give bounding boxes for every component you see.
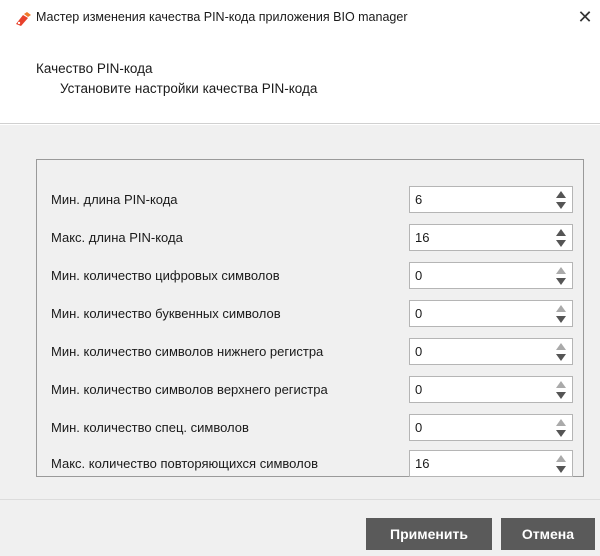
min-lowercase-spinbox[interactable]: 0 <box>409 338 573 365</box>
setting-label: Мин. количество цифровых символов <box>51 268 280 283</box>
spin-arrows-icon[interactable] <box>555 418 567 438</box>
wizard-header: Качество PIN-кода Установите настройки к… <box>0 34 600 124</box>
close-icon: ✕ <box>577 6 593 28</box>
setting-row-min-uppercase: Мин. количество символов верхнего регист… <box>37 376 583 404</box>
setting-label: Мин. длина PIN-кода <box>51 192 178 207</box>
spin-arrows-icon[interactable] <box>555 266 567 286</box>
page-title: Качество PIN-кода <box>36 61 153 76</box>
spinbox-value: 0 <box>415 344 423 359</box>
spinbox-value: 0 <box>415 420 423 435</box>
setting-row-max-repeating: Макс. количество повторяющихся символов … <box>37 450 583 478</box>
setting-label: Мин. количество спец. символов <box>51 420 249 435</box>
bio-manager-app-icon <box>16 12 31 26</box>
spin-arrows-icon[interactable] <box>555 304 567 324</box>
setting-label: Мин. количество символов нижнего регистр… <box>51 344 324 359</box>
setting-row-min-lowercase: Мин. количество символов нижнего регистр… <box>37 338 583 366</box>
settings-panel: Мин. длина PIN-кода 6 Макс. длина PIN-ко… <box>0 125 600 499</box>
setting-row-min-special: Мин. количество спец. символов 0 <box>37 414 583 442</box>
spinbox-value: 6 <box>415 192 423 207</box>
spin-arrows-icon[interactable] <box>555 228 567 248</box>
min-uppercase-spinbox[interactable]: 0 <box>409 376 573 403</box>
close-button[interactable]: ✕ <box>570 0 600 34</box>
spin-arrows-icon[interactable] <box>555 342 567 362</box>
setting-row-min-length: Мин. длина PIN-кода 6 <box>37 186 583 214</box>
setting-label: Макс. количество повторяющихся символов <box>51 456 318 471</box>
setting-label: Мин. количество буквенных символов <box>51 306 281 321</box>
spin-arrows-icon[interactable] <box>555 190 567 210</box>
apply-button[interactable]: Применить <box>366 518 492 550</box>
min-length-spinbox[interactable]: 6 <box>409 186 573 213</box>
spinbox-value: 0 <box>415 382 423 397</box>
setting-label: Мин. количество символов верхнего регист… <box>51 382 328 397</box>
max-repeating-spinbox[interactable]: 16 <box>409 450 573 477</box>
spin-arrows-icon[interactable] <box>555 380 567 400</box>
spinbox-value: 16 <box>415 230 430 245</box>
setting-row-min-letters: Мин. количество буквенных символов 0 <box>37 300 583 328</box>
min-letters-spinbox[interactable]: 0 <box>409 300 573 327</box>
setting-label: Макс. длина PIN-кода <box>51 230 183 245</box>
setting-row-max-length: Макс. длина PIN-кода 16 <box>37 224 583 252</box>
spinbox-value: 0 <box>415 306 423 321</box>
window-title: Мастер изменения качества PIN-кода прило… <box>36 10 408 24</box>
spin-arrows-icon[interactable] <box>555 454 567 474</box>
title-bar: Мастер изменения качества PIN-кода прило… <box>0 0 600 34</box>
page-subtitle: Установите настройки качества PIN-кода <box>60 81 318 96</box>
min-special-spinbox[interactable]: 0 <box>409 414 573 441</box>
cancel-button[interactable]: Отмена <box>501 518 595 550</box>
setting-row-min-digits: Мин. количество цифровых символов 0 <box>37 262 583 290</box>
min-digits-spinbox[interactable]: 0 <box>409 262 573 289</box>
spinbox-value: 0 <box>415 268 423 283</box>
spinbox-value: 16 <box>415 456 430 471</box>
settings-group: Мин. длина PIN-кода 6 Макс. длина PIN-ко… <box>36 159 584 477</box>
max-length-spinbox[interactable]: 16 <box>409 224 573 251</box>
dialog-footer: Применить Отмена <box>0 499 600 556</box>
